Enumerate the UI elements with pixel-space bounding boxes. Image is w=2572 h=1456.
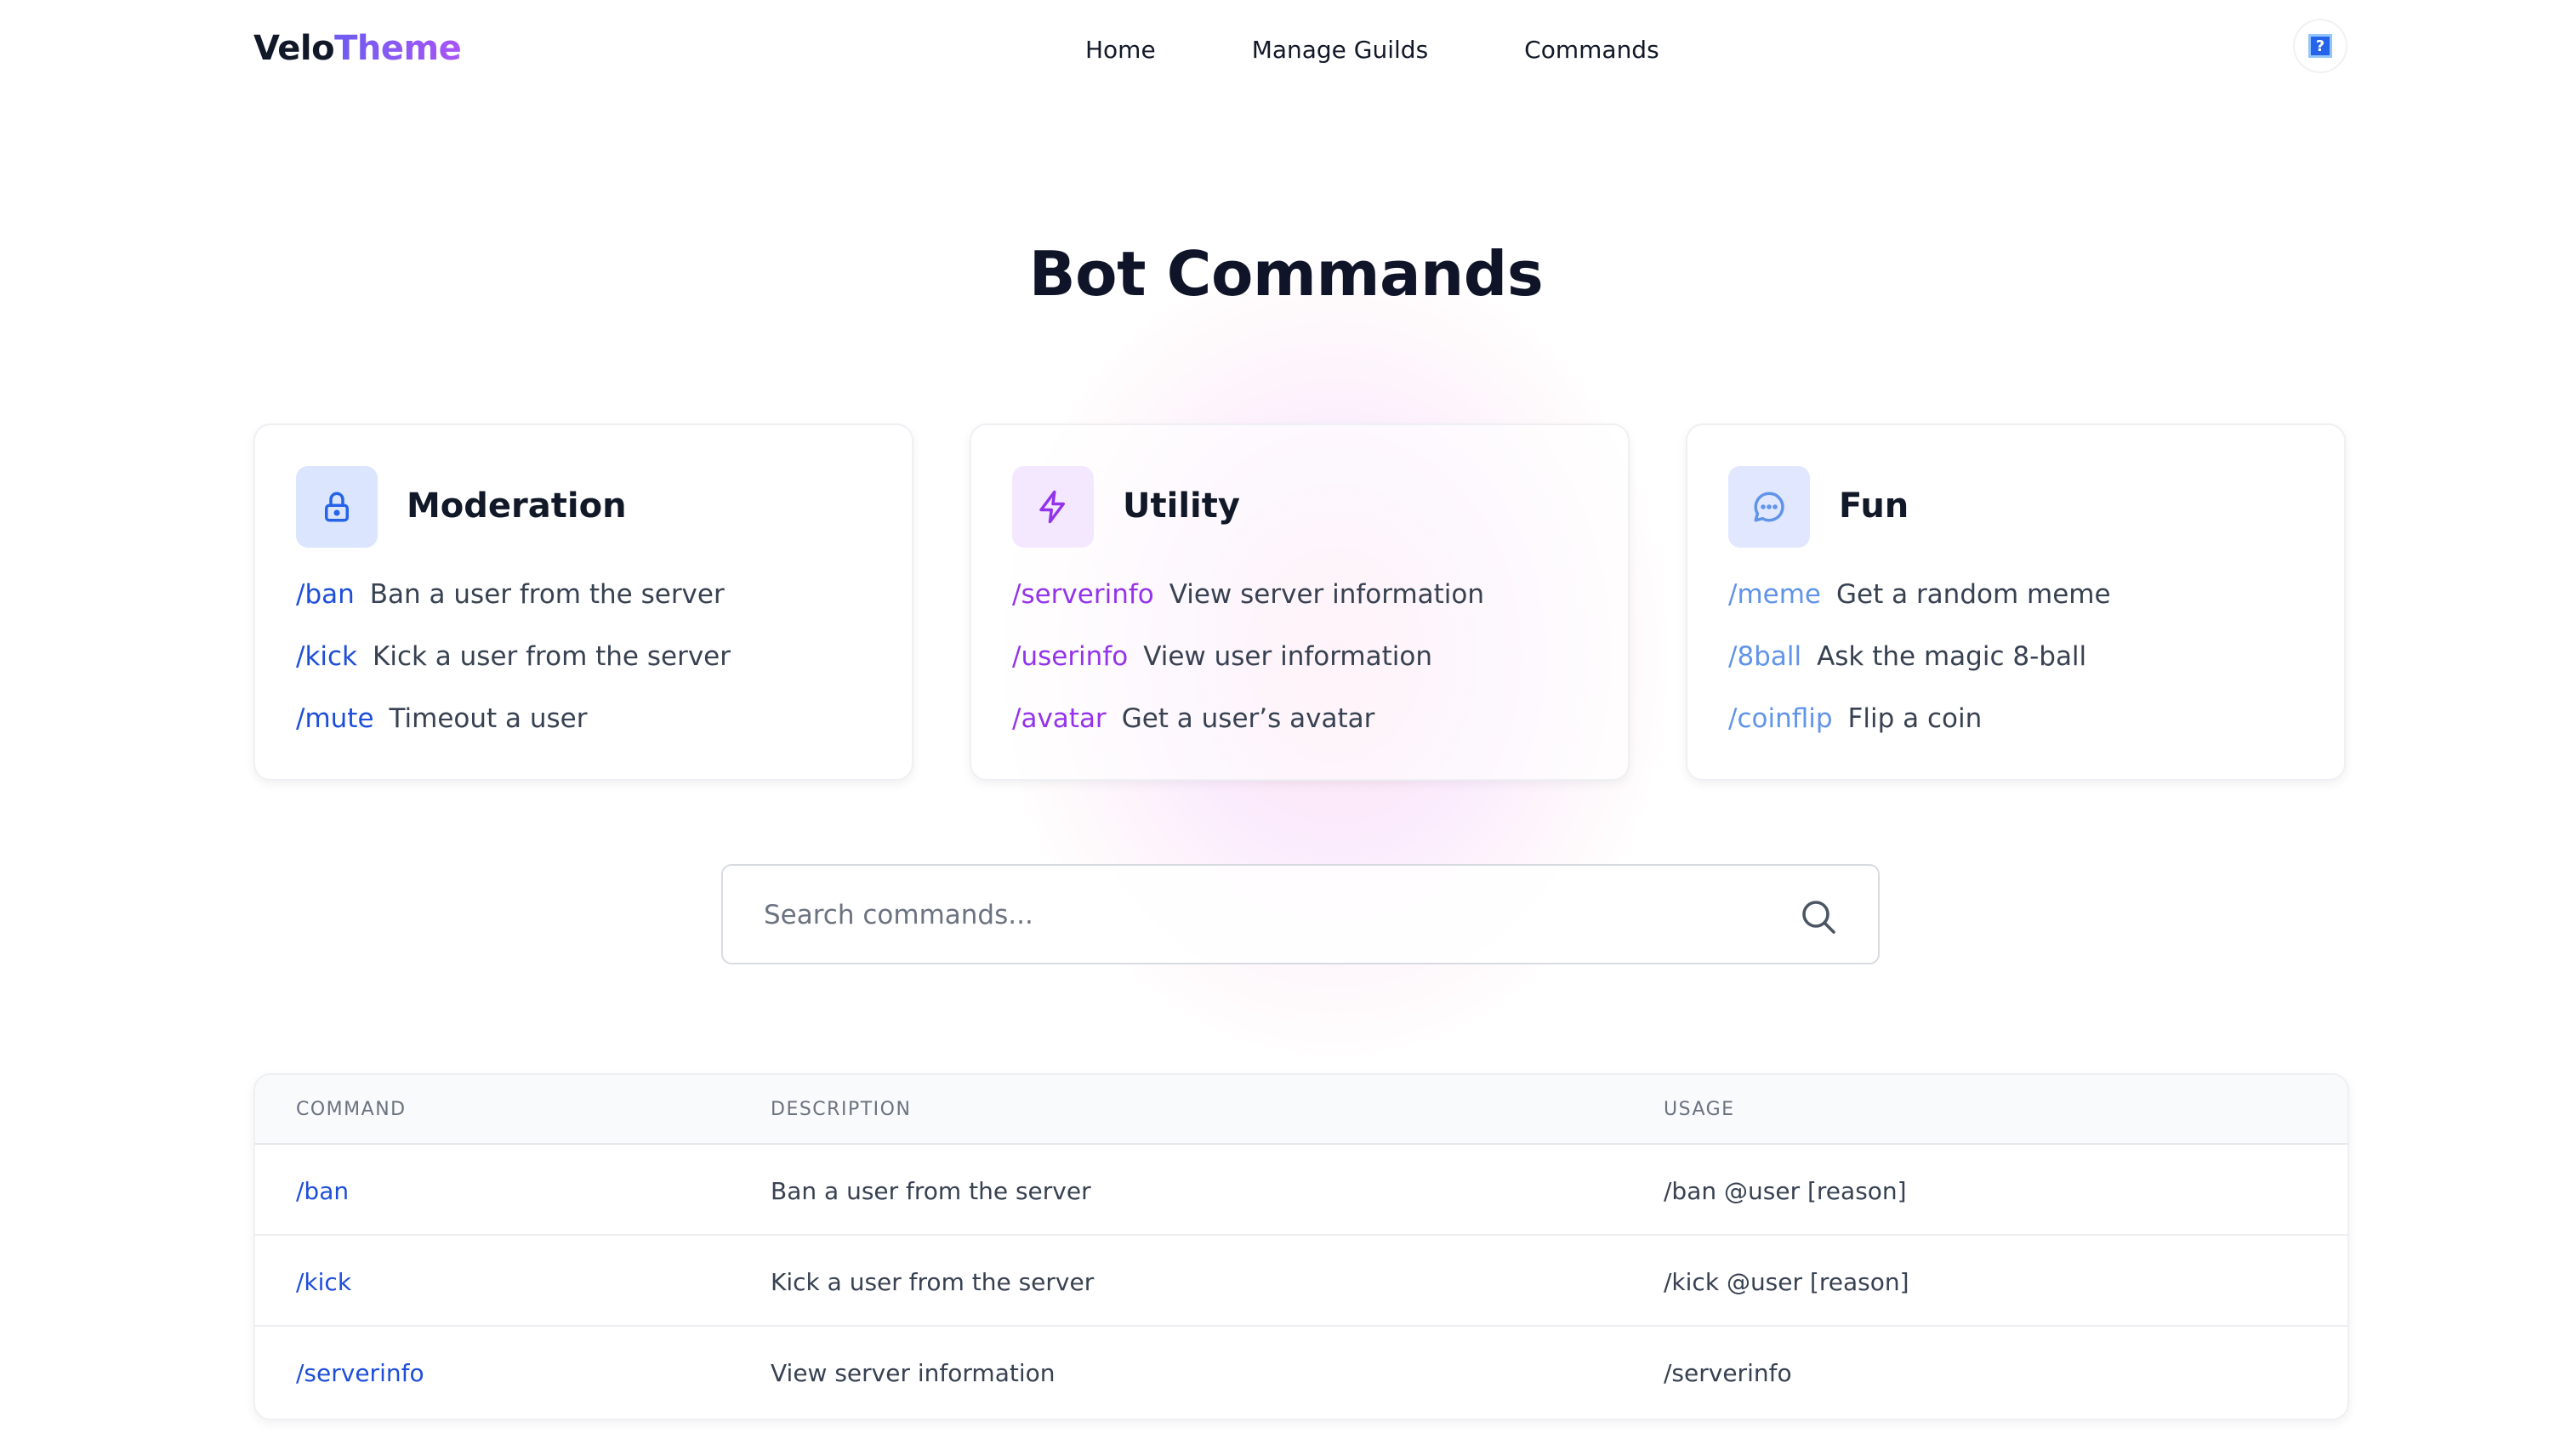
command-description: Kick a user from the server xyxy=(373,641,731,672)
user-avatar[interactable]: ? xyxy=(2293,19,2347,73)
command-item[interactable]: /mute Timeout a user xyxy=(296,697,731,759)
lock-icon xyxy=(296,466,378,548)
command-description: View server information xyxy=(1169,579,1485,610)
command-list: /meme Get a random meme /8ball Ask the mag… xyxy=(1728,573,2111,759)
cell-description: Kick a user from the server xyxy=(771,1268,1095,1296)
command-item[interactable]: /userinfo View user information xyxy=(1012,635,1484,697)
page-title: Bot Commands xyxy=(1028,238,1544,310)
cell-command: /kick xyxy=(296,1268,352,1296)
command-item[interactable]: /8ball Ask the magic 8-ball xyxy=(1728,635,2111,697)
card-title: Fun xyxy=(1839,486,1909,526)
command-list: /ban Ban a user from the server /kick Kick… xyxy=(296,573,731,759)
search-icon[interactable] xyxy=(1798,896,1839,937)
table-row[interactable]: /kick Kick a user from the server /kick … xyxy=(255,1236,2347,1327)
command-description: Get a user’s avatar xyxy=(1121,703,1375,734)
category-card-utility: Utility /serverinfo View server informati… xyxy=(970,424,1630,781)
command-description: Ask the magic 8-ball xyxy=(1817,641,2087,672)
command-description: Ban a user from the server xyxy=(369,579,725,610)
command-name: /serverinfo xyxy=(1012,579,1154,610)
cell-usage: /kick @user [reason] xyxy=(1664,1268,1909,1296)
command-name: /meme xyxy=(1728,579,1821,610)
card-title: Utility xyxy=(1123,486,1240,526)
card-title: Moderation xyxy=(407,486,627,526)
command-description: Get a random meme xyxy=(1835,579,2111,610)
table-header: COMMAND DESCRIPTION USAGE xyxy=(255,1075,2347,1145)
nav-link-commands[interactable]: Commands xyxy=(1524,36,1659,64)
lightning-icon xyxy=(1012,466,1094,548)
search-box xyxy=(721,864,1880,964)
command-item[interactable]: /avatar Get a user’s avatar xyxy=(1012,697,1484,759)
command-name: /8ball xyxy=(1728,641,1802,672)
brand-logo[interactable]: VeloTheme xyxy=(253,29,462,68)
brand-part2: Theme xyxy=(334,29,462,68)
search-input[interactable] xyxy=(764,891,1767,939)
command-description: Timeout a user xyxy=(389,703,588,734)
command-name: /coinflip xyxy=(1728,703,1833,734)
command-description: View user information xyxy=(1143,641,1433,672)
column-header-usage: USAGE xyxy=(1664,1099,1735,1120)
nav-link-manage-guilds[interactable]: Manage Guilds xyxy=(1252,36,1428,64)
command-name: /kick xyxy=(296,641,358,672)
command-name: /ban xyxy=(296,579,355,610)
category-card-moderation: Moderation /ban Ban a user from the serve… xyxy=(253,424,913,781)
command-item[interactable]: /ban Ban a user from the server xyxy=(296,573,731,635)
commands-table: COMMAND DESCRIPTION USAGE /ban Ban a use… xyxy=(253,1073,2349,1420)
column-header-command: COMMAND xyxy=(296,1099,407,1120)
category-card-fun: Fun /meme Get a random meme /8ball Ask the… xyxy=(1686,424,2346,781)
command-item[interactable]: /serverinfo View server information xyxy=(1012,573,1484,635)
command-description: Flip a coin xyxy=(1847,703,1983,734)
top-nav: VeloTheme Home Manage Guilds Commands ? xyxy=(0,0,2572,102)
column-header-description: DESCRIPTION xyxy=(771,1099,912,1120)
table-row[interactable]: /serverinfo View server information /ser… xyxy=(255,1327,2347,1418)
command-list: /serverinfo View server information /user… xyxy=(1012,573,1484,759)
brand-part1: Velo xyxy=(253,29,335,68)
command-item[interactable]: /coinflip Flip a coin xyxy=(1728,697,2111,759)
chat-bubble-icon xyxy=(1728,466,1810,548)
command-name: /userinfo xyxy=(1012,641,1129,672)
command-name: /mute xyxy=(296,703,374,734)
cell-usage: /serverinfo xyxy=(1664,1359,1792,1387)
command-name: /avatar xyxy=(1012,703,1107,734)
broken-image-icon: ? xyxy=(2308,34,2332,58)
command-item[interactable]: /kick Kick a user from the server xyxy=(296,635,731,697)
cell-usage: /ban @user [reason] xyxy=(1664,1177,1907,1205)
cell-command: /serverinfo xyxy=(296,1359,424,1387)
cell-description: View server information xyxy=(771,1359,1056,1387)
nav-link-home[interactable]: Home xyxy=(1085,36,1156,64)
cell-description: Ban a user from the server xyxy=(771,1177,1091,1205)
nav-links: Home Manage Guilds Commands xyxy=(1085,36,1755,64)
command-item[interactable]: /meme Get a random meme xyxy=(1728,573,2111,635)
table-row[interactable]: /ban Ban a user from the server /ban @us… xyxy=(255,1145,2347,1236)
cell-command: /ban xyxy=(296,1177,350,1205)
